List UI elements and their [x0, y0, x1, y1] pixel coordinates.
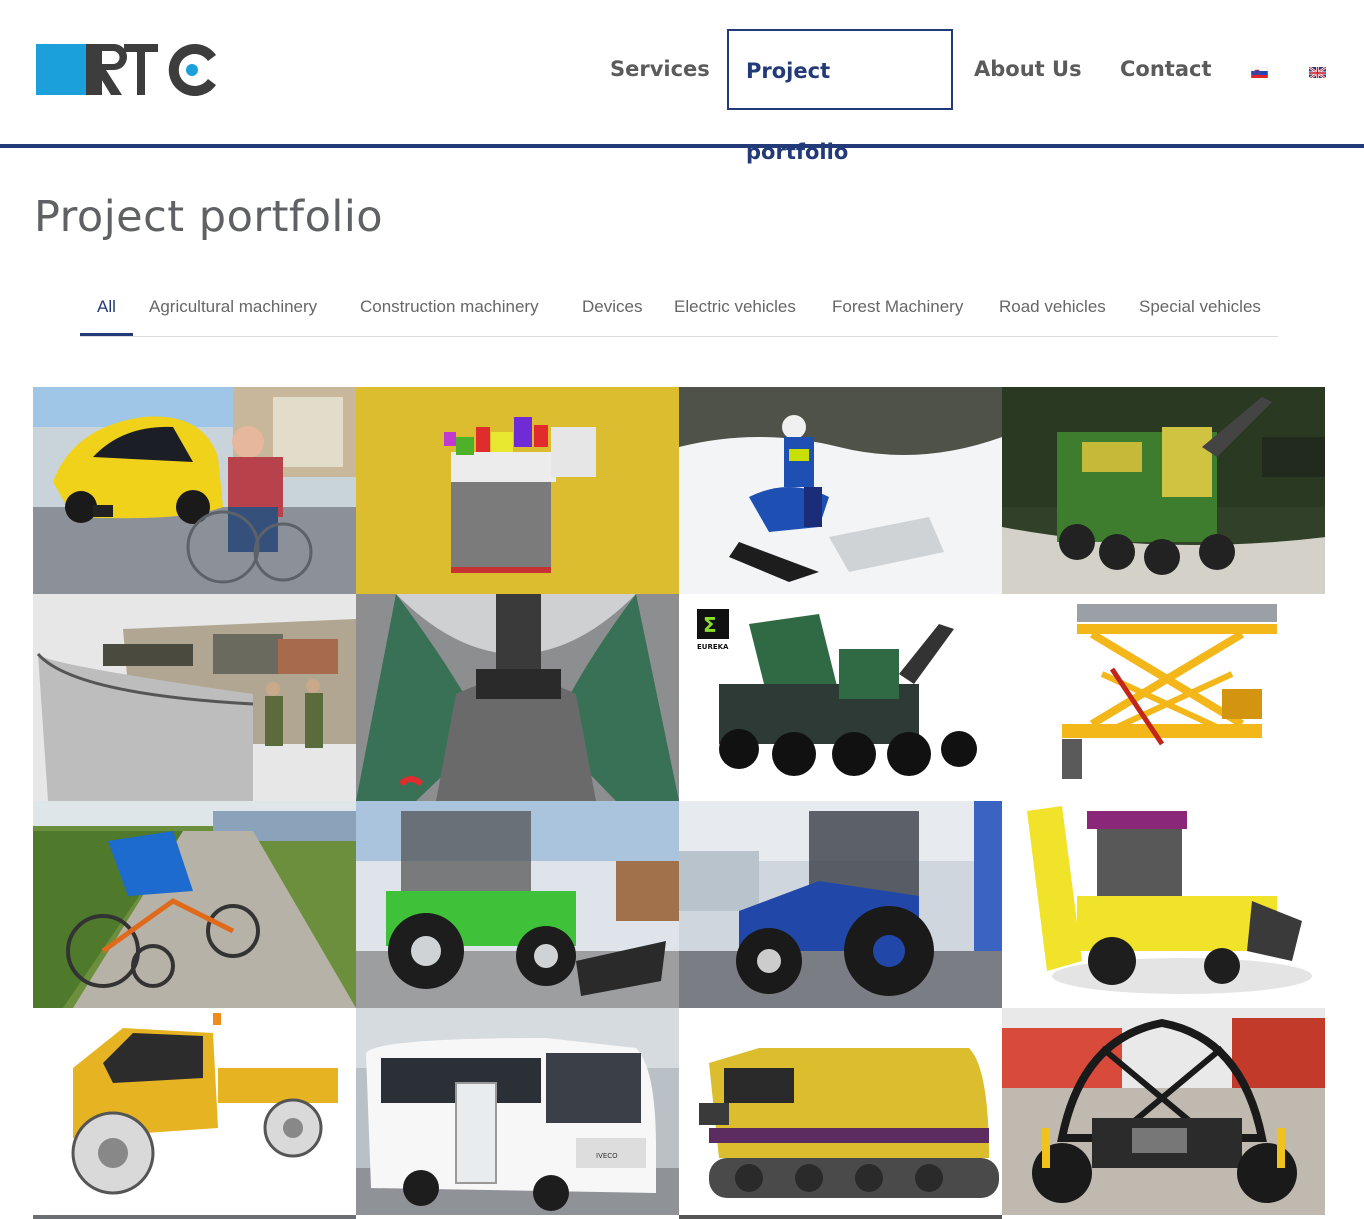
header-divider	[0, 144, 1364, 148]
portfolio-item-forestry-forwarder[interactable]: Σ EUREKA	[679, 594, 1002, 801]
tab-electric-vehicles[interactable]: Electric vehicles	[674, 290, 796, 334]
portfolio-item-cockpit-interior[interactable]	[356, 594, 679, 801]
tab-forest-machinery[interactable]: Forest Machinery	[832, 290, 963, 334]
portfolio-item-backhoe-loader[interactable]	[1002, 801, 1325, 1008]
portfolio-item-scissor-lift[interactable]	[1002, 594, 1325, 801]
nav-contact[interactable]: Contact	[1120, 29, 1212, 110]
portfolio-item-forestry-tractor[interactable]	[356, 801, 679, 1008]
portfolio-item-military-simulator[interactable]	[33, 594, 356, 801]
tab-all[interactable]: All	[97, 290, 116, 334]
portfolio-item-battery-pack[interactable]	[356, 387, 679, 594]
portfolio-item-recumbent-trike[interactable]	[33, 801, 356, 1008]
portfolio-item-electric-microcar[interactable]	[33, 387, 356, 594]
grid-row-peek	[679, 1215, 1002, 1219]
main-nav: Services Project portfolio About Us Cont…	[0, 29, 1364, 164]
portfolio-item-minibus[interactable]: IVECO	[356, 1008, 679, 1215]
uk-flag-icon[interactable]	[1309, 66, 1326, 78]
nav-about-us[interactable]: About Us	[974, 29, 1082, 110]
page-title: Project portfolio	[34, 192, 384, 242]
tab-devices[interactable]: Devices	[582, 290, 642, 334]
slovenian-flag-icon[interactable]	[1251, 66, 1268, 78]
svg-text:EUREKA: EUREKA	[697, 643, 729, 651]
active-tab-indicator	[80, 333, 133, 336]
portfolio-filter-tabs: All Agricultural machinery Construction …	[80, 290, 1278, 337]
tab-special-vehicles[interactable]: Special vehicles	[1139, 290, 1261, 334]
grid-row-peek	[33, 1215, 356, 1219]
tab-agricultural-machinery[interactable]: Agricultural machinery	[149, 290, 317, 334]
svg-text:IVECO: IVECO	[596, 1152, 618, 1160]
site-header: Services Project portfolio About Us Cont…	[0, 0, 1364, 164]
portfolio-item-blue-tractor[interactable]	[679, 801, 1002, 1008]
nav-project-portfolio[interactable]: Project portfolio	[727, 29, 953, 164]
tab-construction-machinery[interactable]: Construction machinery	[360, 290, 539, 334]
svg-text:Σ: Σ	[703, 613, 717, 637]
nav-services[interactable]: Services	[610, 29, 710, 110]
portfolio-item-forest-harvester[interactable]	[1002, 387, 1325, 594]
portfolio-grid: Σ EUREKA IVECO	[33, 387, 1326, 1219]
tab-road-vehicles[interactable]: Road vehicles	[999, 290, 1106, 334]
portfolio-item-snow-motorcycle[interactable]	[679, 387, 1002, 594]
portfolio-item-offroad-buggy[interactable]	[1002, 1008, 1325, 1215]
portfolio-item-tracked-vehicle[interactable]	[679, 1008, 1002, 1215]
portfolio-item-utility-truck[interactable]	[33, 1008, 356, 1215]
